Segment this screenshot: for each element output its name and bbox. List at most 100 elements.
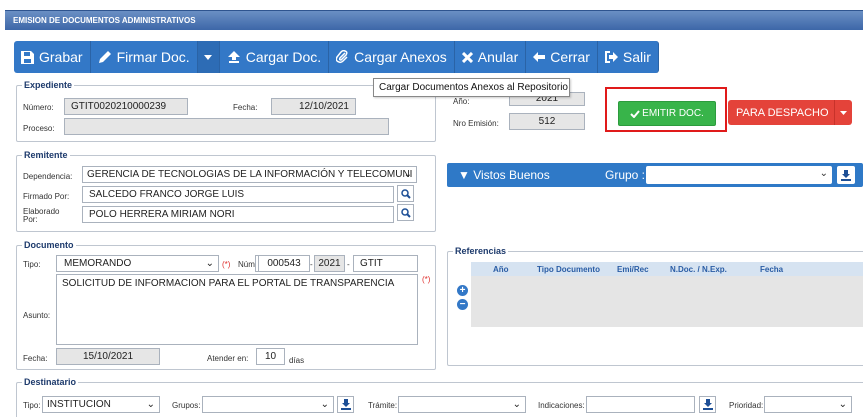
cargar-anexos-button[interactable]: Cargar Anexos bbox=[329, 41, 455, 73]
firmar-dropdown-toggle[interactable] bbox=[197, 41, 220, 73]
firmado-field[interactable]: SALCEDO FRANCO JORGE LUIS bbox=[82, 186, 394, 203]
download-grupo-button[interactable] bbox=[837, 166, 855, 184]
chevron-down-icon: ⌄ bbox=[205, 258, 214, 269]
firmar-label: Firmar Doc. bbox=[116, 49, 190, 65]
destinatario-legend: Destinatario bbox=[24, 377, 77, 387]
vistos-buenos-title: ▼ Vistos Buenos bbox=[458, 168, 550, 182]
cargar-doc-label: Cargar Doc. bbox=[245, 49, 322, 65]
separator-2: - bbox=[347, 260, 350, 269]
tipo-doc-label: Tipo: bbox=[23, 260, 41, 269]
expediente-fecha-field[interactable]: 12/10/2021 bbox=[271, 98, 356, 115]
grupos-select[interactable]: ⌄ bbox=[202, 396, 334, 413]
tipo-doc-value: MEMORANDO bbox=[64, 258, 132, 269]
tipo-dest-value: INSTITUCION bbox=[47, 399, 111, 410]
dependencia-select[interactable]: GERENCIA DE TECNOLOGIAS DE LA INFORMACIÓ… bbox=[82, 166, 417, 183]
search-icon bbox=[400, 207, 411, 218]
chevron-down-icon: ⌄ bbox=[146, 399, 155, 410]
expediente-numero-field[interactable]: GTIT0020210000239 bbox=[64, 98, 188, 115]
firmar-button[interactable]: Firmar Doc. bbox=[90, 41, 198, 73]
elaborado-label-2: Por: bbox=[23, 215, 38, 224]
download-grupos-button[interactable] bbox=[337, 396, 354, 413]
expediente-fecha-label: Fecha: bbox=[233, 103, 258, 112]
anio-label: Año: bbox=[453, 97, 470, 106]
salir-button[interactable]: Salir bbox=[597, 41, 659, 73]
anular-button[interactable]: Anular bbox=[454, 41, 527, 73]
cargar-doc-button[interactable]: Cargar Doc. bbox=[219, 41, 330, 73]
col-emi-rec: Emi/Rec bbox=[617, 265, 649, 274]
cerrar-button[interactable]: Cerrar bbox=[526, 41, 598, 73]
tipo-doc-select[interactable]: MEMORANDO ⌄ bbox=[56, 255, 219, 272]
download-indicaciones-button[interactable] bbox=[699, 396, 716, 413]
atender-label: Atender en: bbox=[207, 354, 249, 363]
vistos-buenos-bar[interactable]: ▼ Vistos Buenos Grupo : ⌄ bbox=[447, 163, 863, 187]
sign-out-icon bbox=[604, 51, 618, 63]
add-reference-icon[interactable]: + bbox=[457, 285, 468, 296]
documento-legend: Documento bbox=[24, 240, 74, 250]
grupo-label: Grupo : bbox=[605, 168, 646, 182]
asunto-textarea[interactable]: SOLICITUD DE INFORMACION PARA EL PORTAL … bbox=[56, 274, 418, 345]
anio-doc-field[interactable]: 2021 bbox=[314, 255, 345, 272]
proceso-label: Proceso: bbox=[23, 124, 55, 133]
download-icon bbox=[841, 169, 851, 181]
salir-label: Salir bbox=[622, 49, 651, 65]
main-toolbar: Grabar Firmar Doc. Cargar Doc. Cargar An… bbox=[14, 41, 659, 73]
emitir-doc-label: EMITIR DOC. bbox=[642, 108, 704, 119]
asunto-label: Asunto: bbox=[23, 311, 51, 320]
chevron-down-icon: ⌄ bbox=[320, 399, 329, 410]
search-elaborado-button[interactable] bbox=[397, 204, 414, 221]
times-icon bbox=[461, 51, 473, 63]
col-anio: Año bbox=[493, 265, 509, 274]
col-ndoc-nexp: N.Doc. / N.Exp. bbox=[670, 265, 727, 274]
tramite-select[interactable]: ⌄ bbox=[398, 396, 526, 413]
search-firmado-button[interactable] bbox=[397, 185, 414, 202]
tipo-required-marker: (*) bbox=[222, 260, 231, 269]
indicaciones-field[interactable] bbox=[586, 396, 695, 413]
chevron-down-icon: ⌄ bbox=[819, 168, 828, 179]
prioridad-select[interactable]: ⌄ bbox=[764, 396, 852, 413]
caret-down-icon[interactable] bbox=[834, 100, 852, 125]
search-icon bbox=[400, 188, 411, 199]
remove-reference-icon[interactable]: − bbox=[457, 299, 468, 310]
download-icon bbox=[340, 399, 351, 410]
check-icon bbox=[630, 109, 640, 118]
asunto-required-marker: (*) bbox=[422, 275, 431, 284]
chevron-down-icon: ⌄ bbox=[838, 399, 847, 410]
pencil-icon bbox=[98, 51, 111, 63]
dependencia-label: Dependencia: bbox=[23, 172, 73, 181]
emitir-doc-button[interactable]: EMITIR DOC. bbox=[618, 101, 716, 126]
fecha-doc-field[interactable]: 15/10/2021 bbox=[56, 348, 160, 365]
numero-doc-value[interactable]: 000543 bbox=[258, 255, 310, 272]
cargar-anexos-tooltip: Cargar Documentos Anexos al Repositorio bbox=[373, 78, 570, 97]
grabar-label: Grabar bbox=[39, 49, 83, 65]
download-icon bbox=[702, 399, 713, 410]
referencias-table-header: Año Tipo Documento Emi/Rec N.Doc. / N.Ex… bbox=[471, 262, 863, 276]
upload-icon bbox=[227, 50, 240, 63]
grupo-select[interactable]: ⌄ bbox=[646, 166, 832, 184]
fecha-doc-label: Fecha: bbox=[23, 354, 48, 363]
atender-field[interactable]: 10 bbox=[256, 348, 285, 365]
expediente-numero-label: Número: bbox=[23, 103, 54, 112]
paperclip-icon bbox=[336, 50, 348, 64]
tipo-dest-select[interactable]: INSTITUCION ⌄ bbox=[42, 396, 160, 413]
col-fecha: Fecha bbox=[760, 265, 784, 274]
para-despacho-button[interactable]: PARA DESPACHO bbox=[728, 100, 852, 125]
elaborado-field[interactable]: POLO HERRERA MIRIAM NORI bbox=[82, 206, 394, 223]
nro-emision-field[interactable]: 512 bbox=[509, 113, 585, 130]
arrow-left-icon bbox=[533, 52, 546, 62]
vistos-buenos-label: Vistos Buenos bbox=[473, 168, 550, 182]
save-icon bbox=[21, 50, 34, 64]
dependencia-value: GERENCIA DE TECNOLOGIAS DE LA INFORMACIÓ… bbox=[87, 169, 413, 180]
chevron-down-icon: ⌄ bbox=[512, 399, 521, 410]
tipo-dest-label: Tipo: bbox=[23, 401, 41, 410]
sigla-field[interactable]: GTIT bbox=[353, 255, 418, 272]
grabar-button[interactable]: Grabar bbox=[14, 41, 91, 73]
expediente-legend: Expediente bbox=[24, 80, 73, 90]
app-window: EMISION DE DOCUMENTOS ADMINISTRATIVOS Gr… bbox=[0, 0, 863, 417]
chevron-down-icon: ⌄ bbox=[403, 169, 412, 180]
proceso-field[interactable] bbox=[64, 118, 389, 135]
nro-emision-label: Nro Emisión: bbox=[453, 119, 499, 128]
col-tipo-documento: Tipo Documento bbox=[537, 265, 600, 274]
indicaciones-label: Indicaciones: bbox=[538, 401, 585, 410]
firmado-label: Firmado Por: bbox=[23, 192, 70, 201]
anular-label: Anular bbox=[477, 49, 519, 65]
